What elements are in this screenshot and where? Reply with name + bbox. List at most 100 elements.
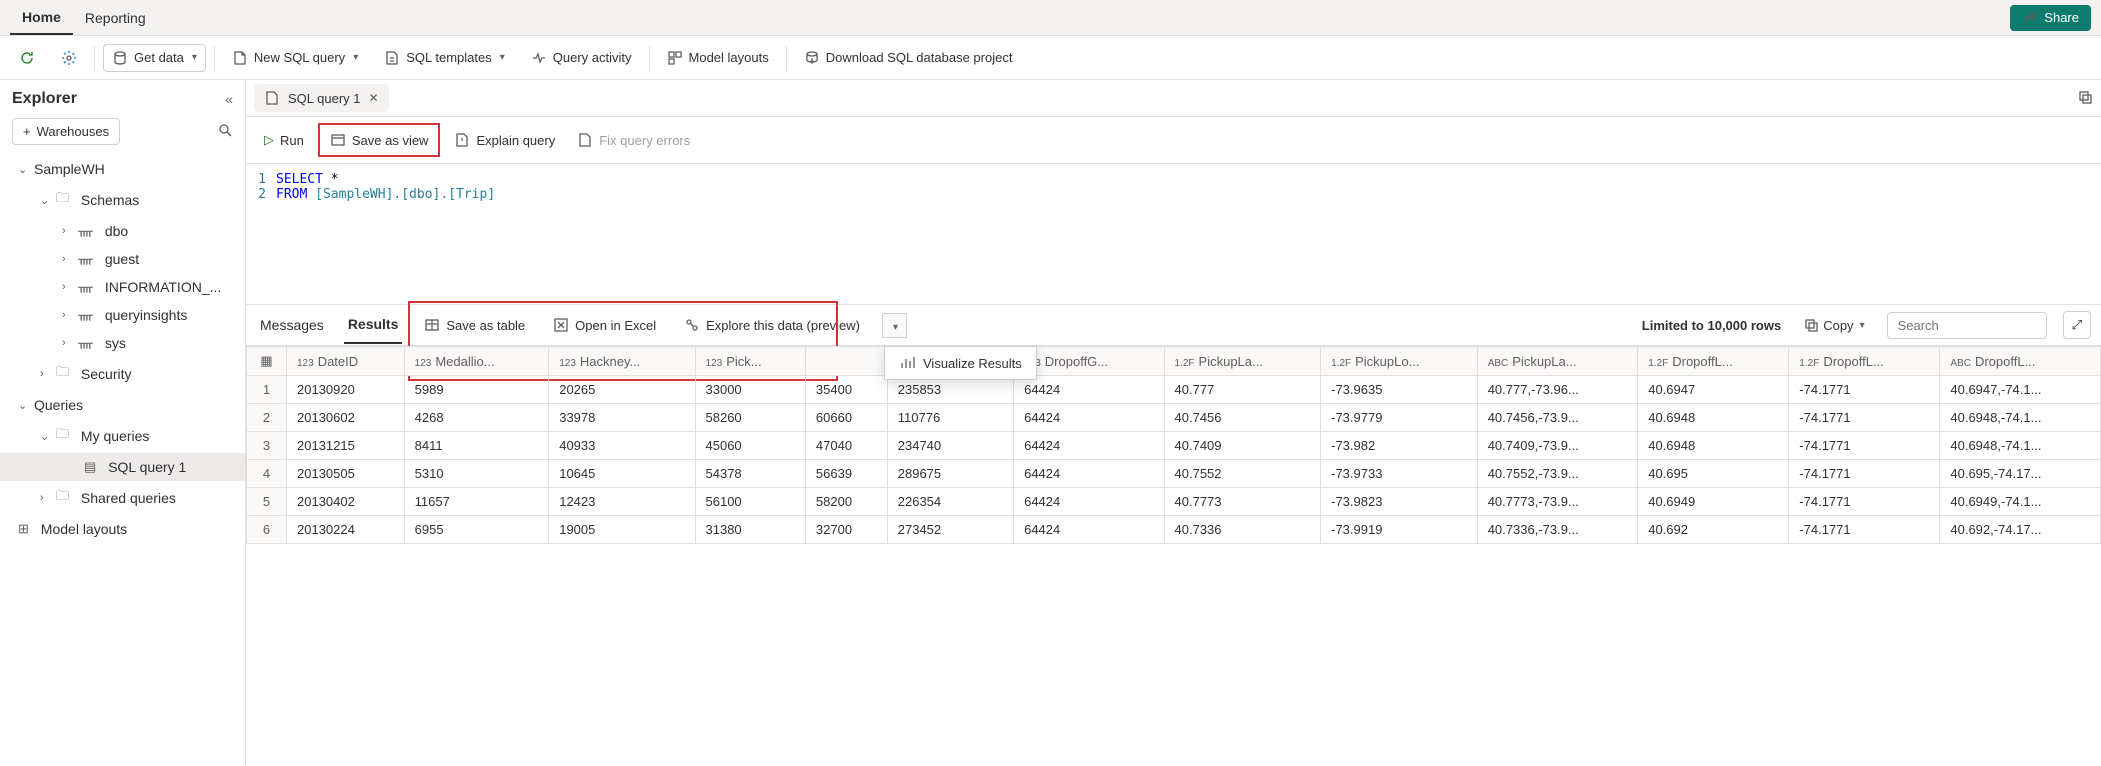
cell[interactable]: 54378 <box>695 460 805 488</box>
cell[interactable]: 4268 <box>404 404 549 432</box>
cell[interactable]: 40.692 <box>1638 516 1789 544</box>
get-data-button[interactable]: Get data▾ <box>103 44 206 72</box>
column-header[interactable]: 1.2FDropoffL... <box>1638 347 1789 376</box>
cell[interactable]: 20265 <box>549 376 695 404</box>
cell[interactable]: 45060 <box>695 432 805 460</box>
cell[interactable]: 40.6947,-74.1... <box>1940 376 2101 404</box>
table-row[interactable]: 3201312158411409334506047040234740644244… <box>247 432 2101 460</box>
search-button[interactable] <box>217 122 233 141</box>
cell[interactable]: 20130602 <box>287 404 405 432</box>
cell[interactable]: 40.7336,-73.9... <box>1477 516 1638 544</box>
new-sql-query-button[interactable]: New SQL query▾ <box>223 44 367 72</box>
cell[interactable]: 40.7409 <box>1164 432 1321 460</box>
tree-dbo[interactable]: ›ᚄ dbo <box>0 217 245 245</box>
column-header[interactable]: ABCPickupLa... <box>1477 347 1638 376</box>
cell[interactable]: 40.7773,-73.9... <box>1477 488 1638 516</box>
cell[interactable]: 40.692,-74.17... <box>1940 516 2101 544</box>
cell[interactable]: 2 <box>247 404 287 432</box>
cell[interactable]: -74.1771 <box>1789 488 1940 516</box>
cell[interactable]: 40.7409,-73.9... <box>1477 432 1638 460</box>
cell[interactable]: 40.6948 <box>1638 404 1789 432</box>
cell[interactable]: 40.6949,-74.1... <box>1940 488 2101 516</box>
cell[interactable]: 20130505 <box>287 460 405 488</box>
cell[interactable]: -74.1771 <box>1789 516 1940 544</box>
results-more-dropdown[interactable]: ▾ <box>882 313 907 338</box>
cell[interactable]: -74.1771 <box>1789 376 1940 404</box>
cell[interactable]: 35400 <box>805 376 887 404</box>
model-layouts-button[interactable]: Model layouts <box>658 44 778 72</box>
cell[interactable]: 58260 <box>695 404 805 432</box>
column-header[interactable]: 123DateID <box>287 347 405 376</box>
cell[interactable]: 40.7456,-73.9... <box>1477 404 1638 432</box>
cell[interactable]: 47040 <box>805 432 887 460</box>
cell[interactable]: 11657 <box>404 488 549 516</box>
tree-samplewh[interactable]: ⌄SampleWH <box>0 155 245 183</box>
tree-sys[interactable]: ›ᚄ sys <box>0 329 245 357</box>
column-header[interactable]: 1.2FPickupLa... <box>1164 347 1321 376</box>
cell[interactable]: 110776 <box>887 404 1013 432</box>
cell[interactable]: 20130224 <box>287 516 405 544</box>
results-search-input[interactable] <box>1887 312 2047 339</box>
cell[interactable]: 20130402 <box>287 488 405 516</box>
add-warehouses-button[interactable]: + Warehouses <box>12 118 120 145</box>
tree-model-layouts[interactable]: ⊞ Model layouts <box>0 515 245 543</box>
cell[interactable]: 40.7773 <box>1164 488 1321 516</box>
cell[interactable]: -73.9919 <box>1321 516 1478 544</box>
cell[interactable]: -73.9635 <box>1321 376 1478 404</box>
tree-queryinsights[interactable]: ›ᚄ queryinsights <box>0 301 245 329</box>
results-grid-wrap[interactable]: Visualize Results ▦123DateID123Medallio.… <box>246 346 2101 766</box>
cell[interactable]: 40933 <box>549 432 695 460</box>
tree-queries[interactable]: ⌄Queries <box>0 391 245 419</box>
cell[interactable]: 234740 <box>887 432 1013 460</box>
table-row[interactable]: 4201305055310106455437856639289675644244… <box>247 460 2101 488</box>
column-header[interactable]: 1.2FDropoffL... <box>1789 347 1940 376</box>
sql-editor[interactable]: 1SELECT * 2FROM [SampleWH].[dbo].[Trip] <box>246 164 2101 304</box>
column-header[interactable] <box>805 347 887 376</box>
query-tab-1[interactable]: SQL query 1 ✕ <box>254 84 389 112</box>
copy-button[interactable]: Copy▾ <box>1797 313 1870 337</box>
cell[interactable]: 12423 <box>549 488 695 516</box>
cell[interactable]: -74.1771 <box>1789 432 1940 460</box>
settings-button[interactable] <box>52 44 86 72</box>
tree-schemas[interactable]: ⌄🗀 Schemas <box>0 183 245 217</box>
explain-query-button[interactable]: Explain query <box>446 127 563 153</box>
cell[interactable]: 289675 <box>887 460 1013 488</box>
cell[interactable]: 56100 <box>695 488 805 516</box>
cell[interactable]: 273452 <box>887 516 1013 544</box>
close-tab-button[interactable]: ✕ <box>369 91 379 105</box>
save-as-view-button[interactable]: Save as view <box>322 127 437 153</box>
cell[interactable]: -73.9823 <box>1321 488 1478 516</box>
table-row[interactable]: 6201302246955190053138032700273452644244… <box>247 516 2101 544</box>
cell[interactable]: 1 <box>247 376 287 404</box>
cell[interactable]: 5 <box>247 488 287 516</box>
column-header[interactable]: 123Hackney... <box>549 347 695 376</box>
cell[interactable]: 6955 <box>404 516 549 544</box>
cell[interactable]: 4 <box>247 460 287 488</box>
cell[interactable]: 40.6948,-74.1... <box>1940 432 2101 460</box>
cell[interactable]: 226354 <box>887 488 1013 516</box>
tree-security[interactable]: ›🗀 Security <box>0 357 245 391</box>
table-row[interactable]: 1201309205989202653300035400235853644244… <box>247 376 2101 404</box>
cell[interactable]: 40.6947 <box>1638 376 1789 404</box>
cell[interactable]: 20130920 <box>287 376 405 404</box>
save-as-table-button[interactable]: Save as table <box>418 313 531 337</box>
cell[interactable]: 40.777 <box>1164 376 1321 404</box>
cell[interactable]: -73.982 <box>1321 432 1478 460</box>
cell[interactable]: 10645 <box>549 460 695 488</box>
cell[interactable]: 60660 <box>805 404 887 432</box>
tab-home[interactable]: Home <box>10 1 73 35</box>
cell[interactable]: -73.9733 <box>1321 460 1478 488</box>
tab-reporting[interactable]: Reporting <box>73 2 158 34</box>
query-activity-button[interactable]: Query activity <box>522 44 641 72</box>
cell[interactable]: 40.7552 <box>1164 460 1321 488</box>
table-row[interactable]: 2201306024268339785826060660110776644244… <box>247 404 2101 432</box>
duplicate-icon[interactable] <box>2077 89 2093 108</box>
cell[interactable]: 5310 <box>404 460 549 488</box>
cell[interactable]: 40.7336 <box>1164 516 1321 544</box>
cell[interactable]: 64424 <box>1014 432 1164 460</box>
cell[interactable]: 32700 <box>805 516 887 544</box>
share-button[interactable]: Share <box>2010 5 2091 31</box>
cell[interactable]: 64424 <box>1014 404 1164 432</box>
tree-my-queries[interactable]: ⌄🗀 My queries <box>0 419 245 453</box>
cell[interactable]: -74.1771 <box>1789 404 1940 432</box>
